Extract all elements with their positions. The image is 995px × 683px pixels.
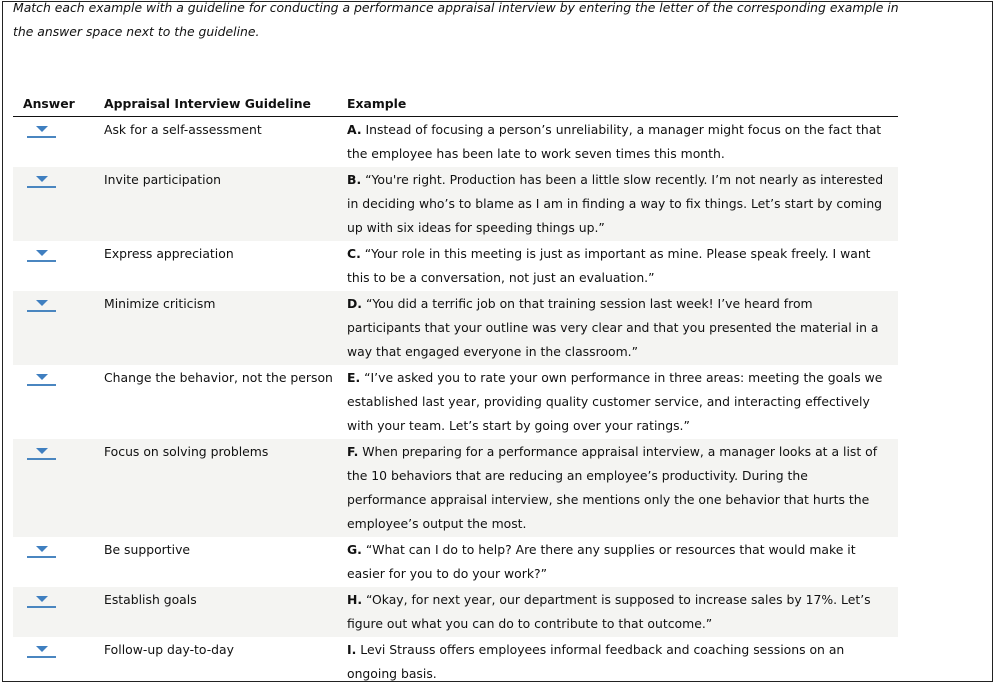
table-row: Ask for a self-assessment A. Instead of … xyxy=(13,117,898,168)
guideline-cell: Focus on solving problems xyxy=(104,439,347,537)
example-text: “I’ve asked you to rate your own perform… xyxy=(347,370,883,433)
example-letter: D. xyxy=(347,296,362,311)
example-letter: F. xyxy=(347,444,359,459)
answer-cell xyxy=(13,117,104,168)
guideline-text: Express appreciation xyxy=(104,246,234,261)
guideline-text: Ask for a self-assessment xyxy=(104,122,262,137)
column-header-example: Example xyxy=(347,91,898,117)
example-letter: G. xyxy=(347,542,362,557)
example-letter: H. xyxy=(347,592,363,607)
guideline-text: Follow-up day-to-day xyxy=(104,642,234,657)
answer-cell xyxy=(13,167,104,241)
answer-dropdown[interactable] xyxy=(27,593,57,609)
table-header-row: Answer Appraisal Interview Guideline Exa… xyxy=(13,91,898,117)
answer-blank-underline xyxy=(27,656,56,658)
dropdown-arrow-icon xyxy=(36,596,48,602)
guideline-text: Invite participation xyxy=(104,172,222,187)
table-row: Be supportive G. “What can I do to help?… xyxy=(13,537,898,587)
answer-cell xyxy=(13,365,104,439)
dropdown-arrow-icon xyxy=(36,300,48,306)
answer-cell xyxy=(13,537,104,587)
answer-blank-underline xyxy=(27,458,56,460)
answer-dropdown[interactable] xyxy=(27,643,57,659)
example-letter: A. xyxy=(347,122,362,137)
answer-cell xyxy=(13,439,104,537)
column-header-answer: Answer xyxy=(13,91,104,117)
answer-blank-underline xyxy=(27,556,56,558)
answer-blank-underline xyxy=(27,310,56,312)
example-cell: A. Instead of focusing a person’s unreli… xyxy=(347,117,898,168)
table-row: Invite participation B. “You're right. P… xyxy=(13,167,898,241)
answer-cell xyxy=(13,241,104,291)
example-cell: H. “Okay, for next year, our department … xyxy=(347,587,898,637)
example-text: “Okay, for next year, our department is … xyxy=(347,592,871,631)
answer-dropdown[interactable] xyxy=(27,247,57,263)
example-cell: B. “You're right. Production has been a … xyxy=(347,167,898,241)
dropdown-arrow-icon xyxy=(36,250,48,256)
example-text: “You did a terrific job on that training… xyxy=(347,296,879,359)
answer-cell xyxy=(13,587,104,637)
example-letter: E. xyxy=(347,370,361,385)
example-text: “What can I do to help? Are there any su… xyxy=(347,542,856,581)
answer-blank-underline xyxy=(27,260,56,262)
guideline-text: Minimize criticism xyxy=(104,296,216,311)
answer-blank-underline xyxy=(27,186,56,188)
answer-blank-underline xyxy=(27,136,56,138)
matching-table: Answer Appraisal Interview Guideline Exa… xyxy=(13,91,898,681)
dropdown-arrow-icon xyxy=(36,546,48,552)
example-cell: D. “You did a terrific job on that train… xyxy=(347,291,898,365)
example-letter: B. xyxy=(347,172,362,187)
dropdown-arrow-icon xyxy=(36,126,48,132)
example-cell: C. “Your role in this meeting is just as… xyxy=(347,241,898,291)
instructions-text: Match each example with a guideline for … xyxy=(13,1,899,39)
example-text: “You're right. Production has been a lit… xyxy=(347,172,884,235)
answer-dropdown[interactable] xyxy=(27,445,57,461)
guideline-cell: Be supportive xyxy=(104,537,347,587)
guideline-cell: Establish goals xyxy=(104,587,347,637)
answer-cell xyxy=(13,637,104,681)
example-text: “Your role in this meeting is just as im… xyxy=(347,246,871,285)
answer-blank-underline xyxy=(27,606,56,608)
example-text: Instead of focusing a person’s unreliabi… xyxy=(347,122,882,161)
question-panel: Match each example with a guideline for … xyxy=(2,1,993,682)
guideline-text: Change the behavior, not the person xyxy=(104,370,333,385)
table-row: Focus on solving problems F. When prepar… xyxy=(13,439,898,537)
answer-cell xyxy=(13,291,104,365)
example-letter: C. xyxy=(347,246,361,261)
answer-dropdown[interactable] xyxy=(27,123,57,139)
guideline-cell: Invite participation xyxy=(104,167,347,241)
table-row: Express appreciation C. “Your role in th… xyxy=(13,241,898,291)
table-row: Change the behavior, not the person E. “… xyxy=(13,365,898,439)
guideline-cell: Ask for a self-assessment xyxy=(104,117,347,168)
example-text: When preparing for a performance apprais… xyxy=(347,444,878,531)
dropdown-arrow-icon xyxy=(36,448,48,454)
example-cell: E. “I’ve asked you to rate your own perf… xyxy=(347,365,898,439)
guideline-text: Establish goals xyxy=(104,592,197,607)
example-cell: I. Levi Strauss offers employees informa… xyxy=(347,637,898,681)
column-header-guideline: Appraisal Interview Guideline xyxy=(104,91,347,117)
guideline-cell: Follow-up day-to-day xyxy=(104,637,347,681)
answer-dropdown[interactable] xyxy=(27,543,57,559)
guideline-cell: Express appreciation xyxy=(104,241,347,291)
table-row: Follow-up day-to-day I. Levi Strauss off… xyxy=(13,637,898,681)
dropdown-arrow-icon xyxy=(36,374,48,380)
answer-dropdown[interactable] xyxy=(27,173,57,189)
answer-dropdown[interactable] xyxy=(27,297,57,313)
example-cell: F. When preparing for a performance appr… xyxy=(347,439,898,537)
dropdown-arrow-icon xyxy=(36,176,48,182)
answer-dropdown[interactable] xyxy=(27,371,57,387)
guideline-text: Be supportive xyxy=(104,542,191,557)
guideline-cell: Minimize criticism xyxy=(104,291,347,365)
example-cell: G. “What can I do to help? Are there any… xyxy=(347,537,898,587)
example-text: Levi Strauss offers employees informal f… xyxy=(347,642,845,681)
dropdown-arrow-icon xyxy=(36,646,48,652)
example-letter: I. xyxy=(347,642,357,657)
table-row: Establish goals H. “Okay, for next year,… xyxy=(13,587,898,637)
guideline-cell: Change the behavior, not the person xyxy=(104,365,347,439)
guideline-text: Focus on solving problems xyxy=(104,444,269,459)
table-row: Minimize criticism D. “You did a terrifi… xyxy=(13,291,898,365)
answer-blank-underline xyxy=(27,384,56,386)
